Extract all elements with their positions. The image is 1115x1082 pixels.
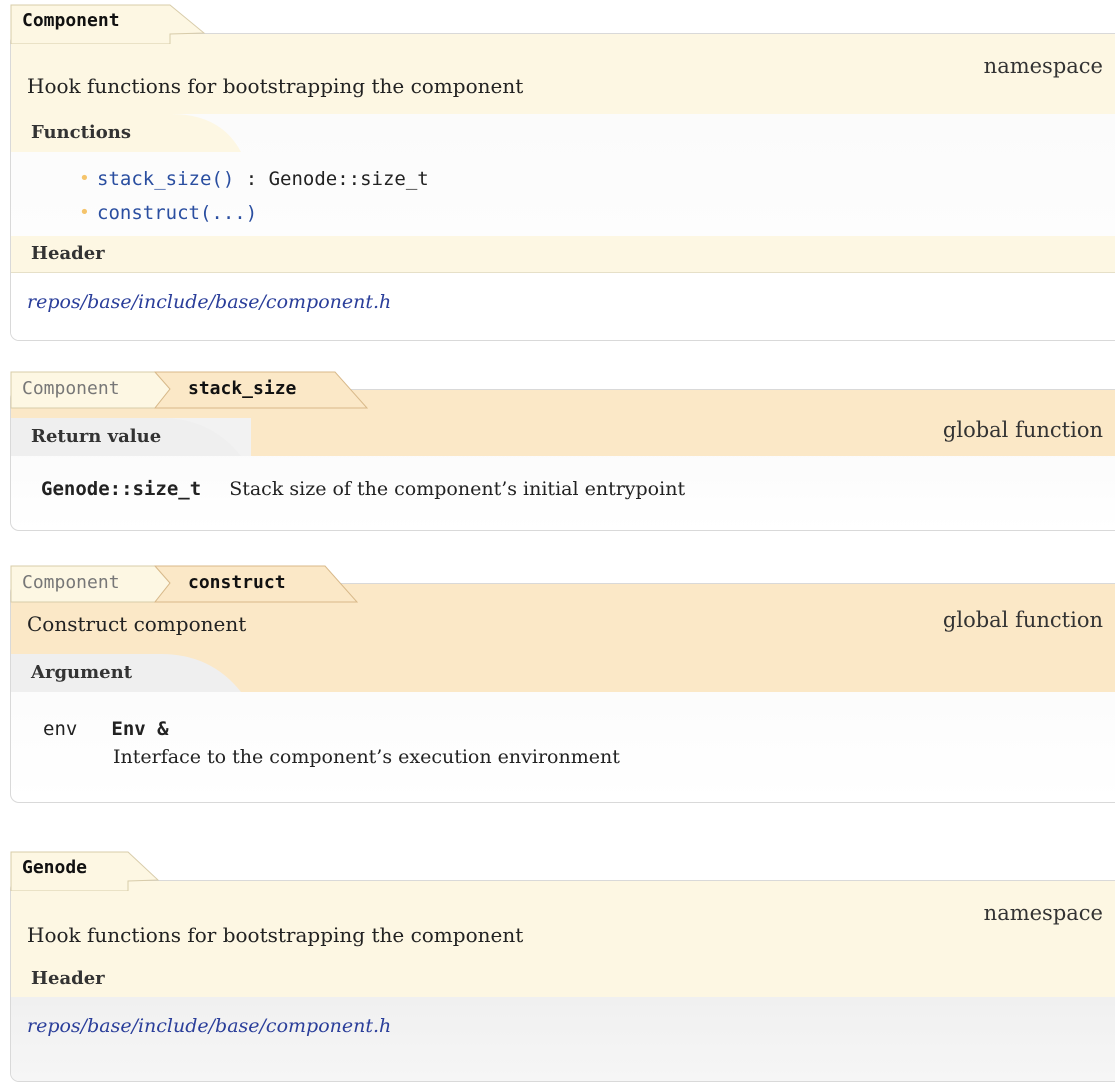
argument-section-label: Argument [11,654,132,692]
argument-name: env [43,718,78,740]
function-kind-label: global function [942,418,1103,442]
namespace-title: Component [22,10,120,31]
breadcrumb-current: construct [188,572,286,593]
header-path-row: repos/base/include/base/component.h [11,272,1115,340]
return-description: Stack size of the component’s initial en… [229,478,686,500]
breadcrumb-current: stack_size [188,378,297,399]
header-section-label: Header [11,236,1115,272]
functions-label: Functions [31,122,131,143]
namespace-title: Genode [22,857,88,878]
function-list: stack_size() : Genode::size_t construct(… [11,162,1115,230]
return-type: Genode::size_t [41,478,202,500]
component-title-tab: Component [10,4,206,44]
function-brief: Construct component [27,612,247,636]
namespace-kind-label: namespace [983,54,1103,78]
namespace-brief: Hook functions for bootstrapping the com… [27,923,524,947]
stack-size-card: Return value global function Genode::siz… [10,389,1115,531]
function-return-type: : Genode::size_t [234,168,429,190]
construct-card: Construct component global function Argu… [10,583,1115,803]
header-section-label: Header [11,961,105,997]
namespace-kind-label: namespace [983,901,1103,925]
functions-section-label: Functions [11,114,1115,152]
argument-row: env Env & [43,718,169,740]
header-label: Header [31,968,105,989]
return-row: Genode::size_t Stack size of the compone… [41,478,685,500]
function-link[interactable]: construct(...) [97,202,257,224]
function-link[interactable]: stack_size() [97,168,234,190]
breadcrumb-parent[interactable]: Component [22,565,120,601]
argument-section: Argument [11,654,1115,692]
header-path-link[interactable]: repos/base/include/base/component.h [27,291,391,313]
argument-label: Argument [31,662,133,683]
header-section: Header [11,236,1115,272]
function-item-construct[interactable]: construct(...) [79,196,1115,230]
header-path-row: repos/base/include/base/component.h [11,997,1115,1081]
namespace-brief: Hook functions for bootstrapping the com… [27,74,524,98]
component-namespace-header: Hook functions for bootstrapping the com… [11,34,1115,114]
header-section: Header [11,961,1115,997]
function-item-stack-size[interactable]: stack_size() : Genode::size_t [79,162,1115,196]
return-section-label: Return value [11,418,161,456]
breadcrumb-parent[interactable]: Component [22,371,120,407]
function-kind-label: global function [942,608,1103,632]
genode-namespace-header: Hook functions for bootstrapping the com… [11,881,1115,961]
header-path-link[interactable]: repos/base/include/base/component.h [27,1015,391,1037]
header-label: Header [31,243,105,264]
argument-type: Env & [111,718,169,740]
component-namespace-card: Hook functions for bootstrapping the com… [10,33,1115,341]
genode-namespace-card: Hook functions for bootstrapping the com… [10,880,1115,1082]
genode-title-tab: Genode [10,851,160,891]
return-label: Return value [31,426,162,447]
argument-description: Interface to the component’s execution e… [113,746,620,768]
